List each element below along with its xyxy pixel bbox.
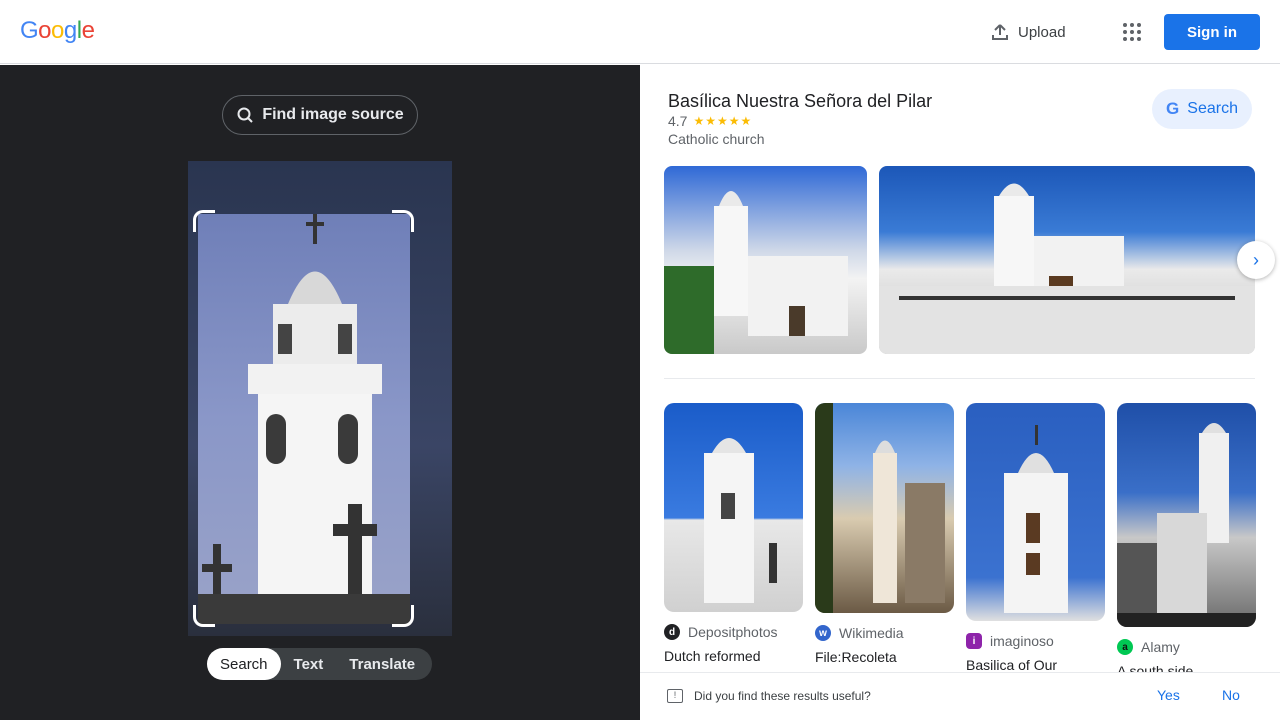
crop-handle-bottom-right[interactable] [392, 605, 414, 627]
upload-button[interactable]: Upload [990, 18, 1066, 46]
result-thumbnail[interactable] [815, 403, 954, 613]
crop-handle-top-left[interactable] [193, 210, 215, 232]
visual-match-3[interactable]: i imaginoso Basilica of Our [966, 403, 1105, 673]
logo-letter: G [20, 17, 39, 44]
church-tower-image [198, 214, 410, 624]
result-thumbnail[interactable] [966, 403, 1105, 621]
crop-handle-bottom-left[interactable] [193, 605, 215, 627]
feedback-bar: ! Did you find these results useful? Yes… [640, 672, 1280, 720]
result-title[interactable]: File:Recoleta [815, 649, 954, 665]
feedback-question: Did you find these results useful? [694, 689, 871, 703]
logo-letter: g [63, 17, 77, 44]
chevron-right-icon: › [1253, 249, 1259, 270]
result-title[interactable]: Basilica of Our [966, 657, 1105, 673]
google-logo[interactable]: Google [20, 17, 95, 45]
search-image-icon [237, 107, 254, 123]
rating-stars-icon: ★★★★★ [693, 114, 753, 128]
result-thumbnail[interactable] [664, 403, 803, 612]
tab-search[interactable]: Search [207, 648, 281, 680]
logo-letter: e [81, 17, 95, 44]
entity-photo-1[interactable] [664, 166, 867, 354]
imaginoso-icon: i [966, 633, 982, 649]
crop-selection[interactable] [198, 214, 410, 624]
feedback-yes-button[interactable]: Yes [1157, 687, 1180, 703]
apps-grid-icon[interactable] [1120, 20, 1144, 44]
section-divider [664, 378, 1255, 379]
tab-text[interactable]: Text [281, 648, 337, 680]
visual-match-2[interactable]: w Wikimedia File:Recoleta [815, 403, 954, 665]
result-source[interactable]: Depositphotos [688, 624, 778, 640]
google-g-icon: G [1166, 99, 1180, 118]
feedback-no-button[interactable]: No [1222, 687, 1240, 703]
wikimedia-icon: w [815, 625, 831, 641]
crop-handle-top-right[interactable] [392, 210, 414, 232]
results-pane: Basílica Nuestra Señora del Pilar 4.7 ★★… [640, 65, 1280, 720]
feedback-icon: ! [667, 689, 683, 703]
rating-value: 4.7 [668, 113, 688, 129]
result-source[interactable]: imaginoso [990, 633, 1054, 649]
entity-search-label: Search [1187, 100, 1238, 117]
uploaded-image [188, 161, 452, 636]
entity-rating: 4.7 ★★★★★ [668, 113, 752, 129]
carousel-next-button[interactable]: › [1237, 241, 1275, 279]
result-source[interactable]: Alamy [1141, 639, 1180, 655]
visual-match-1[interactable]: d Depositphotos Dutch reformed [664, 403, 803, 664]
upload-icon [992, 24, 1008, 40]
find-image-source-button[interactable]: Find image source [222, 95, 418, 135]
lens-mode-tabs: Search Text Translate [207, 648, 432, 680]
sign-in-button[interactable]: Sign in [1164, 14, 1260, 50]
logo-letter: o [51, 17, 64, 44]
entity-photo-2[interactable] [879, 166, 1255, 354]
top-bar: Google Upload Sign in [0, 0, 1280, 64]
entity-search-button[interactable]: G Search [1152, 89, 1252, 129]
result-title[interactable]: Dutch reformed [664, 648, 803, 664]
image-preview-pane: Find image source Search Text Translate [0, 65, 640, 720]
entity-title[interactable]: Basílica Nuestra Señora del Pilar [668, 91, 932, 112]
result-thumbnail[interactable] [1117, 403, 1256, 627]
upload-label: Upload [1018, 23, 1066, 41]
entity-type: Catholic church [668, 131, 765, 147]
depositphotos-icon: d [664, 624, 680, 640]
result-source[interactable]: Wikimedia [839, 625, 904, 641]
visual-match-4[interactable]: a Alamy A south side [1117, 403, 1256, 679]
alamy-icon: a [1117, 639, 1133, 655]
tab-translate[interactable]: Translate [336, 648, 428, 680]
logo-letter: o [38, 17, 52, 44]
find-image-source-label: Find image source [262, 106, 404, 123]
